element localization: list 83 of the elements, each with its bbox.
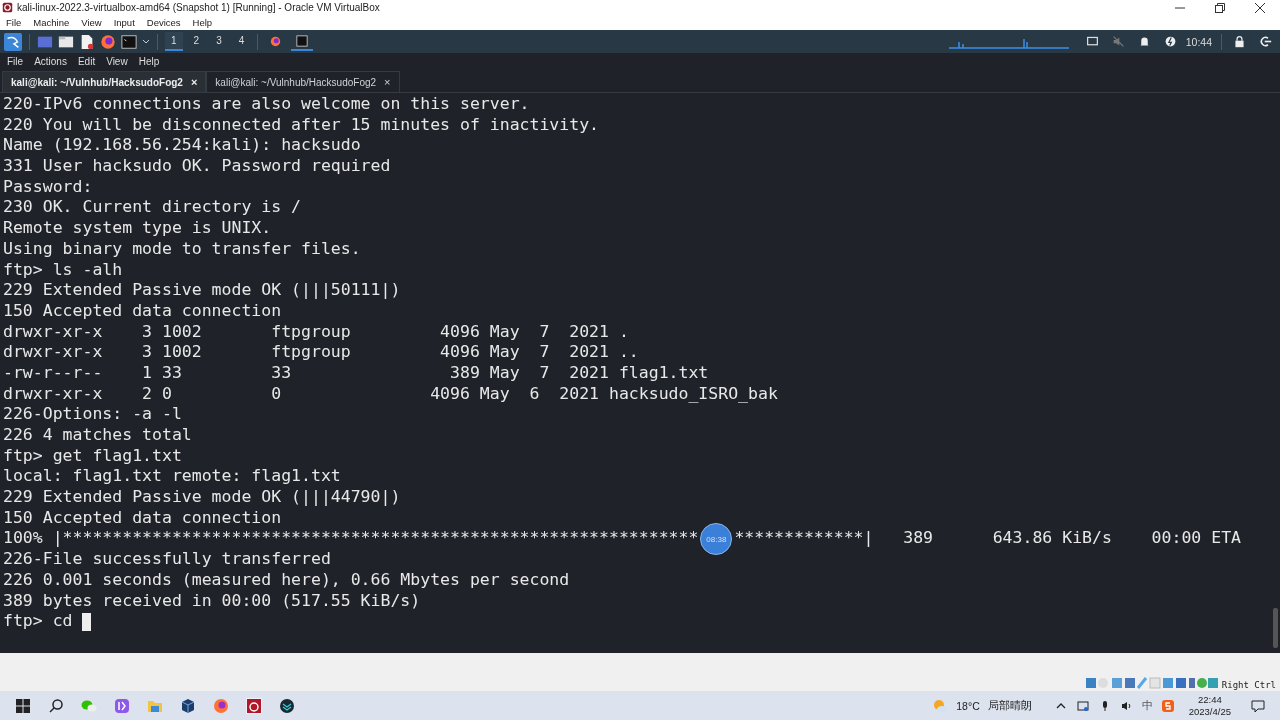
speaker-icon[interactable] [1120, 699, 1133, 712]
terminal-line: 150 Accepted data connection [3, 300, 283, 322]
menu-item[interactable]: Help [138, 56, 160, 67]
terminal-line: 220 You will be disconnected after 15 minutes of inactivity. [3, 114, 601, 136]
vm-status-icons-drawing[interactable] [1085, 677, 1218, 689]
terminal-line: -rw-r--r-- 1 33 33 389 May 7 2021 flag1.txt [3, 362, 710, 384]
terminal-icon[interactable] [121, 33, 137, 50]
firefox-icon[interactable] [100, 33, 116, 50]
terminal-line: local: flag1.txt remote: flag1.txt [3, 466, 342, 488]
notifications-icon[interactable] [1249, 697, 1266, 714]
menu-item[interactable]: View [81, 17, 102, 28]
ime-indicator[interactable]: 中 [1141, 698, 1153, 713]
terminal-line: 150 Accepted data connection [3, 507, 283, 529]
panel-clock: 10:44 [1185, 35, 1212, 48]
tab-title[interactable]: kali@kali: ~/Vulnhub/HacksudoFog2 [11, 76, 183, 88]
terminal-line: ftp> ls -alh [3, 259, 124, 281]
video-timestamp-badge: 08:38 [700, 522, 733, 555]
terminal-line: 226-Options: -a -l [3, 404, 183, 425]
input-method-icon[interactable] [1161, 699, 1174, 712]
lock-icon[interactable] [1233, 35, 1246, 48]
firefox-icon[interactable] [269, 35, 283, 48]
terminal-line: Using binary mode to transfer files. [3, 238, 362, 260]
terminal-line: drwxr-xr-x 2 0 0 4096 May 6 2021 hacksudo_ISRO_bak [3, 383, 779, 405]
search-icon[interactable] [47, 697, 64, 714]
kali-logo-icon[interactable] [4, 32, 22, 51]
logout-icon[interactable] [1259, 35, 1272, 48]
caret-icon[interactable] [142, 37, 150, 46]
cube-icon[interactable] [179, 697, 196, 714]
terminal-tab[interactable]: kali@kali: ~/Vulnhub/HacksudoFog2 × [206, 71, 400, 92]
menu-item[interactable]: Help [192, 17, 213, 28]
firefox-icon[interactable] [212, 697, 229, 714]
restore-icon[interactable] [1215, 2, 1225, 13]
workspace-button[interactable]: 1 [165, 32, 183, 51]
terminal-line: ftp> get flag1.txt [3, 445, 183, 467]
tab-title[interactable]: kali@kali: ~/Vulnhub/HacksudoFog2 [215, 76, 377, 88]
terminal-prompt: ftp> cd [3, 611, 74, 632]
terminal-line: 229 Extended Passive mode OK (|||50111|) [3, 280, 402, 301]
scrollbar-thumb[interactable] [1273, 608, 1278, 648]
taskbar-date[interactable]: 2023/4/25 [1188, 705, 1231, 718]
terminal-line: Remote system type is UNIX. [3, 218, 273, 239]
host-key-label: Right Ctrl [1221, 680, 1276, 690]
terminal-line: 226-File successfully transferred [3, 549, 332, 570]
workspace-button[interactable]: 4 [232, 32, 251, 51]
taskbar-time[interactable]: 22:44 [1197, 693, 1222, 706]
windows-start-icon[interactable] [14, 697, 31, 714]
terminal-line: 226 0.001 seconds (measured here), 0.66 Mbytes per second [3, 569, 571, 591]
menu-item[interactable]: View [106, 56, 128, 67]
text-cursor [82, 612, 92, 631]
temperature-text[interactable]: 18°C [956, 699, 980, 712]
muted-speaker-icon[interactable] [1111, 35, 1125, 48]
tab-close-button[interactable]: × [384, 76, 391, 88]
terminal-line: 220-IPv6 connections are also welcome on this server. [3, 94, 531, 115]
close-icon[interactable] [1255, 2, 1265, 13]
menu-item[interactable]: Devices [146, 17, 181, 28]
terminal-line: Name (192.168.56.254:kali): hacksudo [3, 135, 362, 157]
terminal-line: 230 OK. Current directory is / [3, 197, 302, 219]
workspace-button[interactable]: 3 [210, 32, 228, 51]
terminal-line: 226 4 matches total [3, 425, 193, 446]
progress-bar-text: *************| 389 643.86 KiB/s 00:00 ETA [734, 528, 1241, 550]
terminal-tab[interactable]: kali@kali: ~/Vulnhub/HacksudoFog2 × [2, 71, 207, 92]
power-icon[interactable] [1163, 35, 1177, 48]
window-title: kali-linux-2022.3-virtualbox-amd64 (Snapshot 1) [Running] - Oracle VM VirtualBox [17, 2, 380, 13]
display-icon[interactable] [1085, 35, 1099, 48]
terminal-line: 229 Extended Passive mode OK (|||44790|) [3, 487, 402, 508]
menu-item[interactable]: Edit [77, 56, 96, 67]
document-icon[interactable] [79, 33, 95, 50]
weather-text[interactable]: 局部晴朗 [987, 698, 1032, 713]
terminal-line: drwxr-xr-x 3 1002 ftpgroup 4096 May 7 2021 . [3, 321, 630, 343]
terminal-line: Password: [3, 176, 94, 198]
menu-item[interactable]: File [7, 56, 24, 67]
menu-item[interactable]: Input [113, 17, 135, 28]
terminal-task-button[interactable] [291, 32, 314, 51]
terminal-line: 331 User hacksudo OK. Password required [3, 156, 392, 177]
menu-item[interactable]: Actions [34, 56, 67, 67]
terminal-line: drwxr-xr-x 3 1002 ftpgroup 4096 May 7 2021 .. [3, 342, 640, 363]
progress-bar-text: 100% |**************************************************************** [3, 528, 699, 550]
network-icon[interactable] [1076, 699, 1089, 712]
terminal-line: 389 bytes received in 00:00 (517.55 KiB/s) [3, 590, 422, 612]
menu-item[interactable]: File [6, 17, 22, 28]
app-icon[interactable] [278, 697, 295, 714]
tab-close-button[interactable]: × [190, 76, 198, 88]
menu-item[interactable]: Machine [33, 17, 70, 28]
workspace-button[interactable]: 2 [187, 32, 206, 51]
